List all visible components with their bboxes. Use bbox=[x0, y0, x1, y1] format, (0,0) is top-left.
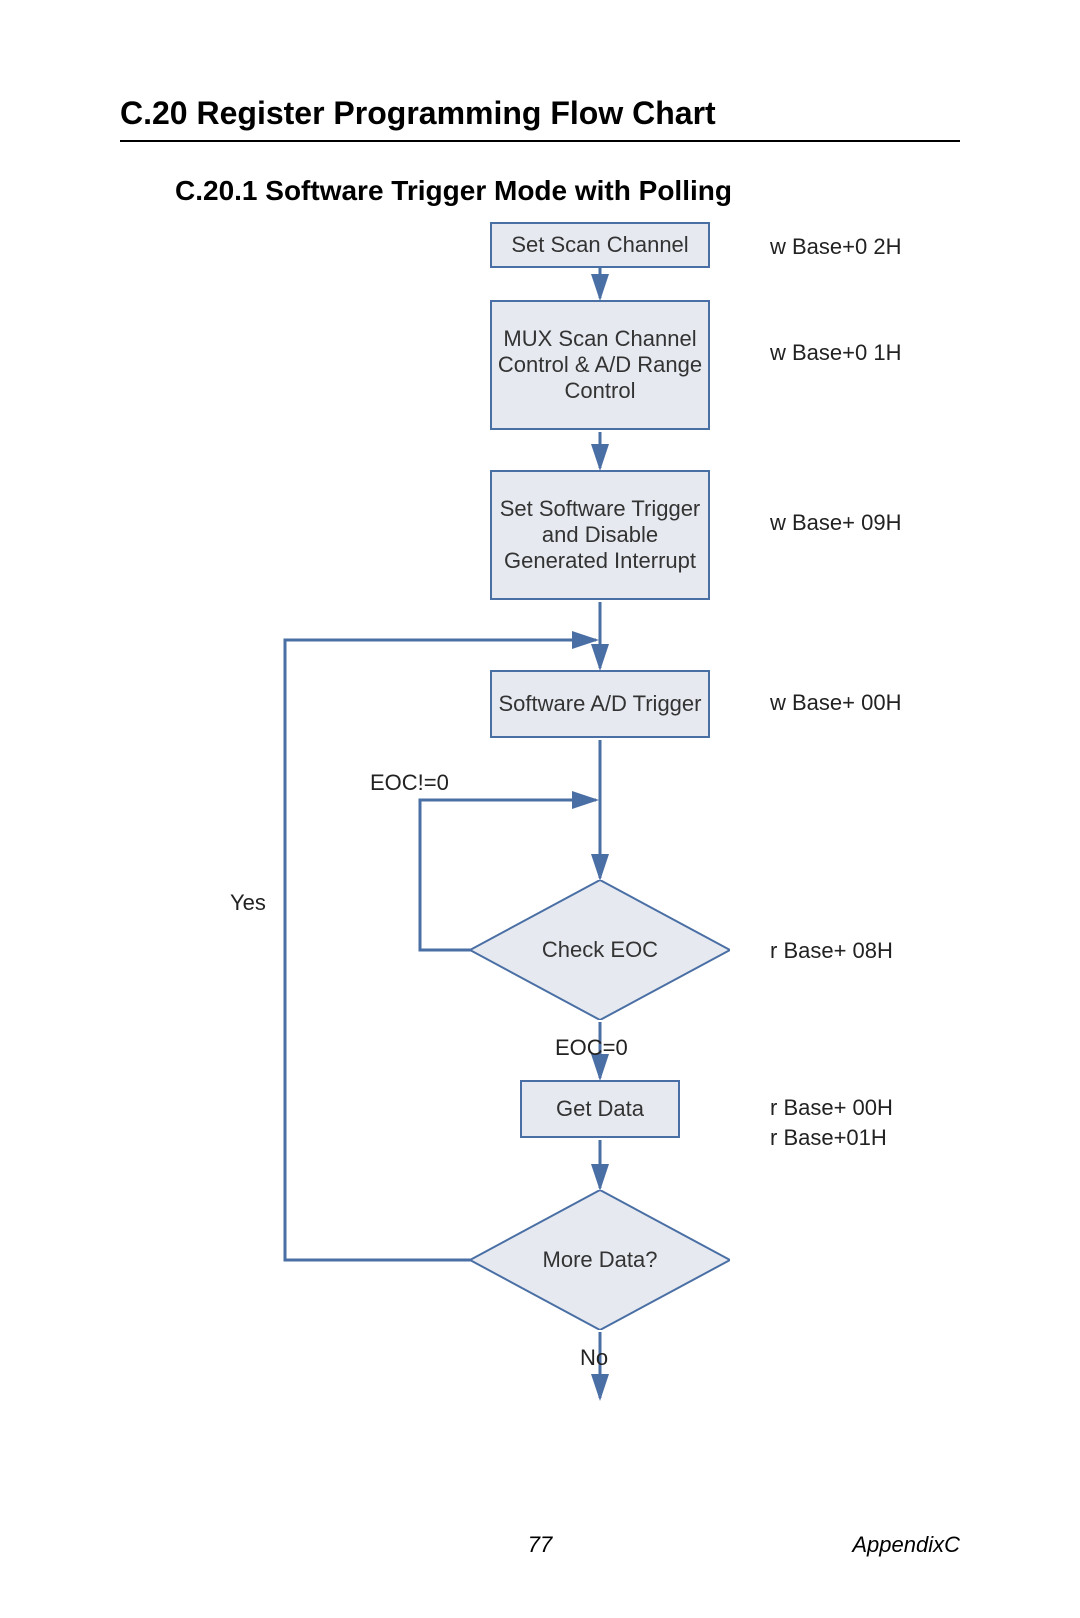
annot-b4: w Base+ 00H bbox=[770, 690, 901, 716]
heading-rule bbox=[120, 140, 960, 142]
appendix-label: AppendixC bbox=[852, 1532, 960, 1558]
process-set-scan-channel: Set Scan Channel bbox=[490, 222, 710, 268]
annot-b2: w Base+0 1H bbox=[770, 340, 901, 366]
section-heading: C.20 Register Programming Flow Chart bbox=[120, 95, 716, 132]
decision-check-eoc: Check EOC bbox=[470, 880, 730, 1020]
annot-b5b: r Base+01H bbox=[770, 1125, 887, 1151]
process-set-sw-trigger: Set Software Trigger and Disable Generat… bbox=[490, 470, 710, 600]
annot-d1: r Base+ 08H bbox=[770, 938, 893, 964]
decision-more-data-label: More Data? bbox=[470, 1190, 730, 1330]
decision-more-data: More Data? bbox=[470, 1190, 730, 1330]
subsection-heading: C.20.1 Software Trigger Mode with Pollin… bbox=[175, 175, 732, 207]
page: C.20 Register Programming Flow Chart C.2… bbox=[0, 0, 1080, 1618]
decision-check-eoc-label: Check EOC bbox=[470, 880, 730, 1020]
process-get-data: Get Data bbox=[520, 1080, 680, 1138]
annot-b1: w Base+0 2H bbox=[770, 234, 901, 260]
label-eoc-eq: EOC=0 bbox=[555, 1035, 628, 1061]
annot-b3: w Base+ 09H bbox=[770, 510, 901, 536]
label-no: No bbox=[580, 1345, 608, 1371]
annot-b5a: r Base+ 00H bbox=[770, 1095, 893, 1121]
process-sw-ad-trigger: Software A/D Trigger bbox=[490, 670, 710, 738]
process-mux-scan: MUX Scan Channel Control & A/D Range Con… bbox=[490, 300, 710, 430]
label-eoc-ne: EOC!=0 bbox=[370, 770, 449, 796]
label-yes: Yes bbox=[230, 890, 266, 916]
